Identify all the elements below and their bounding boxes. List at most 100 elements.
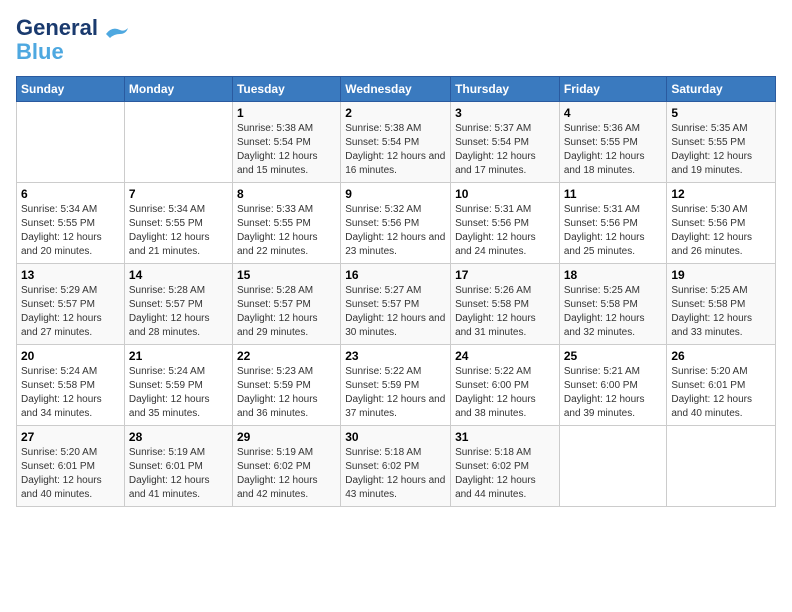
day-info: Sunrise: 5:24 AMSunset: 5:59 PMDaylight:… [129,365,228,421]
day-info: Sunrise: 5:28 AMSunset: 5:57 PMDaylight:… [129,284,228,340]
calendar-cell: 28 Sunrise: 5:19 AMSunset: 6:01 PMDayligh… [124,426,232,507]
day-info: Sunrise: 5:18 AMSunset: 6:02 PMDaylight:… [345,446,446,502]
day-number: 25 [564,349,663,363]
day-number: 14 [129,268,228,282]
weekday-header-saturday: Saturday [667,77,776,102]
calendar-cell: 19Sunrise: 5:25 AMSunset: 5:58 PMDayligh… [667,264,776,345]
calendar-cell: 1Sunrise: 5:38 AMSunset: 5:54 PMDaylight… [232,102,340,183]
weekday-header-thursday: Thursday [451,77,560,102]
day-info: Sunrise: 5:22 AMSunset: 6:00 PMDaylight:… [455,365,555,421]
day-number: 30 [345,430,446,444]
day-info: Sunrise: 5:26 AMSunset: 5:58 PMDaylight:… [455,284,555,340]
day-number: 26 [671,349,771,363]
day-number: 27 [21,430,120,444]
day-info: Sunrise: 5:18 AMSunset: 6:02 PMDaylight:… [455,446,555,502]
day-info: Sunrise: 5:31 AMSunset: 5:56 PMDaylight:… [564,203,663,259]
calendar-cell: 5Sunrise: 5:35 AMSunset: 5:55 PMDaylight… [667,102,776,183]
day-info: Sunrise: 5:21 AMSunset: 6:00 PMDaylight:… [564,365,663,421]
calendar-week-4: 20Sunrise: 5:24 AMSunset: 5:58 PMDayligh… [17,345,776,426]
calendar-cell [17,102,125,183]
day-number: 10 [455,187,555,201]
weekday-header-monday: Monday [124,77,232,102]
day-number: 2 [345,106,446,120]
day-info: Sunrise: 5:29 AMSunset: 5:57 PMDaylight:… [21,284,120,340]
day-info: Sunrise: 5:27 AMSunset: 5:57 PMDaylight:… [345,284,446,340]
day-number: 12 [671,187,771,201]
calendar-cell: 6 Sunrise: 5:34 AMSunset: 5:55 PMDaylight… [17,183,125,264]
day-number: 24 [455,349,555,363]
calendar-cell: 4 Sunrise: 5:36 AMSunset: 5:55 PMDaylight… [559,102,667,183]
calendar-cell: 8 Sunrise: 5:33 AMSunset: 5:55 PMDaylight… [232,183,340,264]
calendar-cell: 2 Sunrise: 5:38 AMSunset: 5:54 PMDaylight… [341,102,451,183]
calendar-table: SundayMondayTuesdayWednesdayThursdayFrid… [16,76,776,507]
day-info: Sunrise: 5:38 AMSunset: 5:54 PMDaylight:… [237,122,336,178]
calendar-week-1: 1Sunrise: 5:38 AMSunset: 5:54 PMDaylight… [17,102,776,183]
calendar-cell: 3 Sunrise: 5:37 AMSunset: 5:54 PMDaylight… [451,102,560,183]
calendar-cell: 27 Sunrise: 5:20 AMSunset: 6:01 PMDayligh… [17,426,125,507]
weekday-header-tuesday: Tuesday [232,77,340,102]
day-number: 11 [564,187,663,201]
calendar-week-2: 6 Sunrise: 5:34 AMSunset: 5:55 PMDaylight… [17,183,776,264]
weekday-header-sunday: Sunday [17,77,125,102]
day-info: Sunrise: 5:38 AMSunset: 5:54 PMDaylight:… [345,122,446,178]
day-info: Sunrise: 5:19 AMSunset: 6:01 PMDaylight:… [129,446,228,502]
calendar-cell: 9 Sunrise: 5:32 AMSunset: 5:56 PMDaylight… [341,183,451,264]
day-info: Sunrise: 5:25 AMSunset: 5:58 PMDaylight:… [564,284,663,340]
day-number: 19 [671,268,771,282]
day-info: Sunrise: 5:20 AMSunset: 6:01 PMDaylight:… [671,365,771,421]
day-number: 5 [671,106,771,120]
weekday-header-row: SundayMondayTuesdayWednesdayThursdayFrid… [17,77,776,102]
calendar-cell: 23 Sunrise: 5:22 AMSunset: 5:59 PMDayligh… [341,345,451,426]
day-number: 3 [455,106,555,120]
calendar-cell: 11 Sunrise: 5:31 AMSunset: 5:56 PMDayligh… [559,183,667,264]
day-number: 23 [345,349,446,363]
calendar-cell [559,426,667,507]
day-number: 15 [237,268,336,282]
day-number: 8 [237,187,336,201]
page-header: General Blue [16,16,776,64]
logo-text: General Blue [16,16,98,64]
day-number: 28 [129,430,228,444]
day-info: Sunrise: 5:28 AMSunset: 5:57 PMDaylight:… [237,284,336,340]
day-info: Sunrise: 5:33 AMSunset: 5:55 PMDaylight:… [237,203,336,259]
weekday-header-friday: Friday [559,77,667,102]
day-info: Sunrise: 5:23 AMSunset: 5:59 PMDaylight:… [237,365,336,421]
day-number: 22 [237,349,336,363]
day-info: Sunrise: 5:34 AMSunset: 5:55 PMDaylight:… [129,203,228,259]
calendar-cell: 10 Sunrise: 5:31 AMSunset: 5:56 PMDayligh… [451,183,560,264]
day-number: 21 [129,349,228,363]
calendar-cell: 29 Sunrise: 5:19 AMSunset: 6:02 PMDayligh… [232,426,340,507]
weekday-header-wednesday: Wednesday [341,77,451,102]
calendar-cell: 12 Sunrise: 5:30 AMSunset: 5:56 PMDayligh… [667,183,776,264]
calendar-cell: 18 Sunrise: 5:25 AMSunset: 5:58 PMDayligh… [559,264,667,345]
day-info: Sunrise: 5:32 AMSunset: 5:56 PMDaylight:… [345,203,446,259]
day-number: 7 [129,187,228,201]
day-number: 31 [455,430,555,444]
day-number: 4 [564,106,663,120]
calendar-week-3: 13 Sunrise: 5:29 AMSunset: 5:57 PMDayligh… [17,264,776,345]
day-info: Sunrise: 5:22 AMSunset: 5:59 PMDaylight:… [345,365,446,421]
calendar-cell: 25 Sunrise: 5:21 AMSunset: 6:00 PMDayligh… [559,345,667,426]
day-number: 18 [564,268,663,282]
calendar-cell: 20Sunrise: 5:24 AMSunset: 5:58 PMDayligh… [17,345,125,426]
day-info: Sunrise: 5:19 AMSunset: 6:02 PMDaylight:… [237,446,336,502]
day-info: Sunrise: 5:30 AMSunset: 5:56 PMDaylight:… [671,203,771,259]
day-number: 13 [21,268,120,282]
day-info: Sunrise: 5:20 AMSunset: 6:01 PMDaylight:… [21,446,120,502]
day-number: 29 [237,430,336,444]
day-info: Sunrise: 5:34 AMSunset: 5:55 PMDaylight:… [21,203,120,259]
calendar-cell: 21 Sunrise: 5:24 AMSunset: 5:59 PMDayligh… [124,345,232,426]
day-info: Sunrise: 5:37 AMSunset: 5:54 PMDaylight:… [455,122,555,178]
day-info: Sunrise: 5:31 AMSunset: 5:56 PMDaylight:… [455,203,555,259]
day-number: 6 [21,187,120,201]
calendar-week-5: 27 Sunrise: 5:20 AMSunset: 6:01 PMDayligh… [17,426,776,507]
logo-bird-icon [102,24,130,49]
calendar-cell: 14 Sunrise: 5:28 AMSunset: 5:57 PMDayligh… [124,264,232,345]
day-number: 9 [345,187,446,201]
calendar-cell: 22 Sunrise: 5:23 AMSunset: 5:59 PMDayligh… [232,345,340,426]
logo: General Blue [16,16,130,64]
calendar-cell: 17Sunrise: 5:26 AMSunset: 5:58 PMDayligh… [451,264,560,345]
calendar-cell: 26 Sunrise: 5:20 AMSunset: 6:01 PMDayligh… [667,345,776,426]
calendar-cell: 16Sunrise: 5:27 AMSunset: 5:57 PMDayligh… [341,264,451,345]
day-info: Sunrise: 5:36 AMSunset: 5:55 PMDaylight:… [564,122,663,178]
